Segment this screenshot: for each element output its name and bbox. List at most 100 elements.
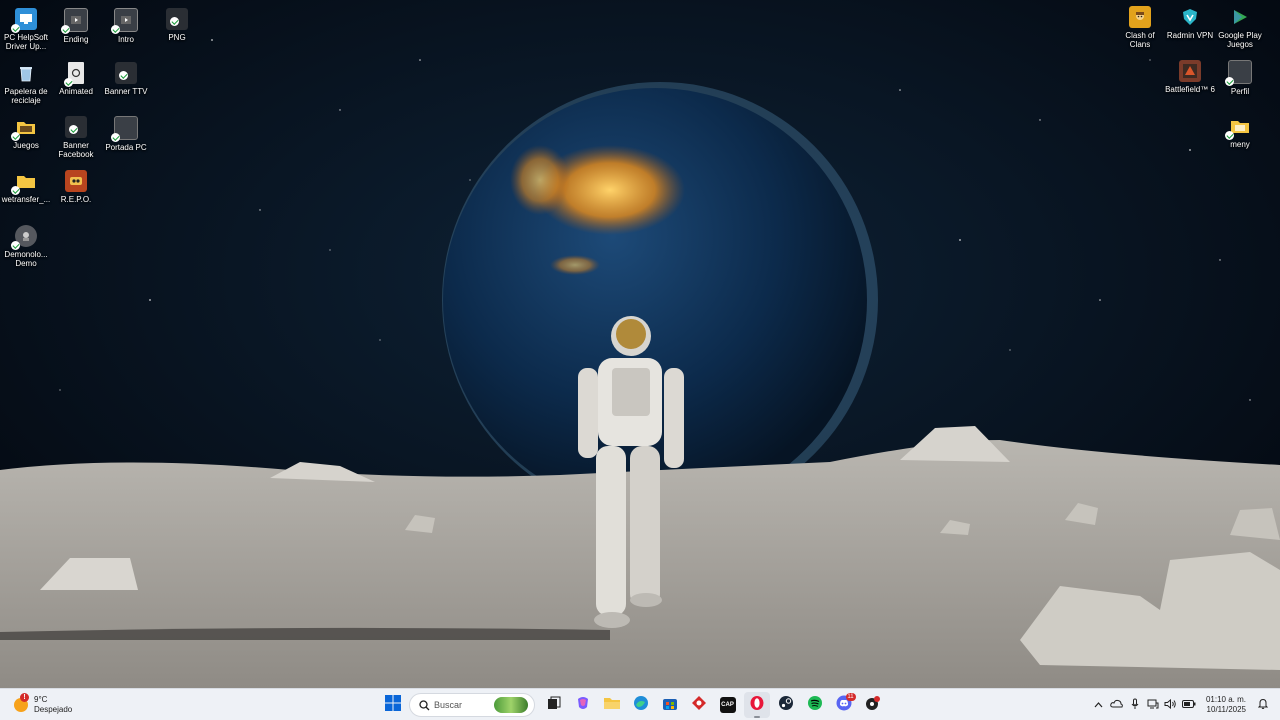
desktop-icon-google-play-juegos[interactable]: Google Play Juegos bbox=[1214, 6, 1266, 49]
desktop-icon-label: Banner TTV bbox=[104, 87, 148, 96]
desktop-icon-png[interactable]: PNG bbox=[151, 8, 203, 42]
desktop-icon-ending[interactable]: Ending bbox=[50, 8, 102, 44]
store-button[interactable] bbox=[657, 692, 683, 718]
steam-button[interactable] bbox=[773, 692, 799, 718]
desktop-icon-label: Papelera de reciclaje bbox=[4, 87, 48, 105]
desktop-icon-banner-facebook[interactable]: Banner Facebook bbox=[50, 116, 102, 159]
image-file-icon bbox=[65, 116, 87, 138]
desktop-icon-radmin-vpn[interactable]: Radmin VPN bbox=[1164, 6, 1216, 40]
red-app-button[interactable] bbox=[686, 692, 712, 718]
taskbar-search[interactable]: Buscar bbox=[409, 693, 535, 717]
chevron-up-icon bbox=[1094, 700, 1103, 711]
speaker-icon bbox=[1164, 698, 1177, 712]
task-view-button[interactable] bbox=[541, 692, 567, 718]
bell-icon bbox=[1257, 698, 1269, 712]
spotify-button[interactable] bbox=[802, 692, 828, 718]
recycle-bin-icon bbox=[15, 62, 37, 84]
video-file-icon bbox=[61, 8, 88, 34]
dark-app-icon bbox=[865, 695, 881, 716]
opera-icon bbox=[749, 695, 765, 716]
network-icon bbox=[1147, 699, 1159, 712]
search-highlight-image bbox=[494, 697, 528, 713]
desktop-icon-wetransfer[interactable]: wetransfer_... bbox=[0, 170, 52, 204]
show-hidden-icons-button[interactable] bbox=[1090, 696, 1108, 714]
folder-icon bbox=[11, 170, 37, 195]
volume-tray-button[interactable] bbox=[1162, 696, 1180, 714]
clock-time: 01:10 a. m. bbox=[1205, 695, 1246, 704]
desktop-icon-label: R.E.P.O. bbox=[60, 195, 92, 204]
clock-date: 10/11/2025 bbox=[1206, 705, 1246, 714]
desktop-icon-label: Animated bbox=[59, 87, 93, 96]
desktop-icon-demonologist[interactable]: Demonolo... Demo bbox=[0, 225, 52, 268]
start-button[interactable] bbox=[380, 692, 406, 718]
folder-icon bbox=[1225, 115, 1251, 140]
desktop-icon-animated[interactable]: Animated bbox=[50, 62, 102, 96]
discord-notification-badge: 11 bbox=[845, 693, 856, 701]
desktop-icon-repo[interactable]: R.E.P.O. bbox=[50, 170, 102, 204]
microphone-icon bbox=[1131, 698, 1139, 713]
onedrive-tray-button[interactable] bbox=[1108, 696, 1126, 714]
notifications-button[interactable] bbox=[1254, 696, 1272, 714]
file-explorer-button[interactable] bbox=[599, 692, 625, 718]
dark-app-button[interactable] bbox=[860, 692, 886, 718]
discord-button[interactable]: 11 bbox=[831, 692, 857, 718]
battery-tray-button[interactable] bbox=[1180, 696, 1198, 714]
desktop-icon-label: Banner Facebook bbox=[58, 141, 94, 159]
clock[interactable]: 01:10 a. m. 10/11/2025 bbox=[1206, 695, 1246, 715]
desktop-wallpaper bbox=[0, 0, 1280, 688]
document-file-icon bbox=[64, 62, 84, 87]
search-placeholder: Buscar bbox=[434, 700, 463, 710]
store-icon bbox=[662, 695, 678, 716]
desktop-icon-intro[interactable]: Intro bbox=[100, 8, 152, 44]
radmin-vpn-icon bbox=[1179, 6, 1201, 28]
desktop-icon-clash-of-clans[interactable]: Clash of Clans bbox=[1114, 6, 1166, 49]
desktop-icon-label: PNG bbox=[168, 33, 186, 42]
desktop-icon-pc-helpsoft[interactable]: PC HelpSoft Driver Up... bbox=[0, 8, 52, 51]
taskbar-apps: Buscar CAP 11 bbox=[378, 692, 887, 718]
helpsoft-icon bbox=[11, 8, 37, 33]
network-tray-button[interactable] bbox=[1144, 696, 1162, 714]
desktop-icon-battlefield-6[interactable]: Battlefield™ 6 bbox=[1164, 60, 1216, 94]
windows-start-icon bbox=[384, 694, 401, 716]
desktop-icon-label: Portada PC bbox=[105, 143, 147, 152]
image-file-icon bbox=[1225, 60, 1252, 86]
weather-alert-badge: ! bbox=[20, 693, 29, 702]
desktop-icon-recycle-bin[interactable]: Papelera de reciclaje bbox=[0, 62, 52, 105]
capcut-button[interactable]: CAP bbox=[715, 692, 741, 718]
desktop-icon-portada-pc[interactable]: Portada PC bbox=[100, 116, 152, 152]
capcut-icon: CAP bbox=[719, 697, 736, 713]
desktop-icon-juegos[interactable]: Juegos bbox=[0, 116, 52, 150]
copilot-button[interactable] bbox=[570, 692, 596, 718]
microphone-tray-button[interactable] bbox=[1126, 696, 1144, 714]
folder-icon bbox=[603, 696, 620, 715]
cloud-icon bbox=[1110, 699, 1124, 711]
spotify-icon bbox=[807, 695, 823, 716]
active-indicator bbox=[753, 716, 760, 718]
battlefield-icon bbox=[1179, 60, 1201, 82]
taskbar: ! 9°C Despejado Buscar CAP 11 01:10 a. m… bbox=[0, 688, 1280, 720]
red-app-icon bbox=[691, 695, 707, 716]
game-repo-icon bbox=[65, 170, 87, 192]
desktop-icon-label: Perfil bbox=[1230, 87, 1250, 96]
search-icon bbox=[416, 699, 432, 711]
opera-button[interactable] bbox=[743, 692, 770, 718]
desktop-icon-label: Clash of Clans bbox=[1125, 31, 1155, 49]
edge-icon bbox=[633, 695, 649, 716]
edge-button[interactable] bbox=[628, 692, 654, 718]
steam-icon bbox=[778, 695, 794, 716]
game-demonologist-icon bbox=[11, 225, 37, 250]
desktop-icon-label: meny bbox=[1230, 140, 1250, 149]
desktop-icon-label: Ending bbox=[63, 35, 89, 44]
desktop-icon-perfil[interactable]: Perfil bbox=[1214, 60, 1266, 96]
desktop-icon-banner-ttv[interactable]: Banner TTV bbox=[100, 62, 152, 96]
weather-widget[interactable]: ! 9°C Despejado bbox=[14, 693, 72, 717]
weather-sun-icon: ! bbox=[14, 693, 29, 712]
system-tray: 01:10 a. m. 10/11/2025 bbox=[1090, 692, 1272, 718]
google-play-games-icon bbox=[1229, 6, 1251, 28]
desktop-icon-label: Intro bbox=[117, 35, 134, 44]
desktop-icon-label: Demonolo... Demo bbox=[4, 250, 48, 268]
desktop-icon-label: PC HelpSoft Driver Up... bbox=[3, 33, 49, 51]
desktop-icon-label: Juegos bbox=[13, 141, 39, 150]
desktop-icon-meny[interactable]: meny bbox=[1214, 115, 1266, 149]
battery-icon bbox=[1181, 699, 1196, 711]
